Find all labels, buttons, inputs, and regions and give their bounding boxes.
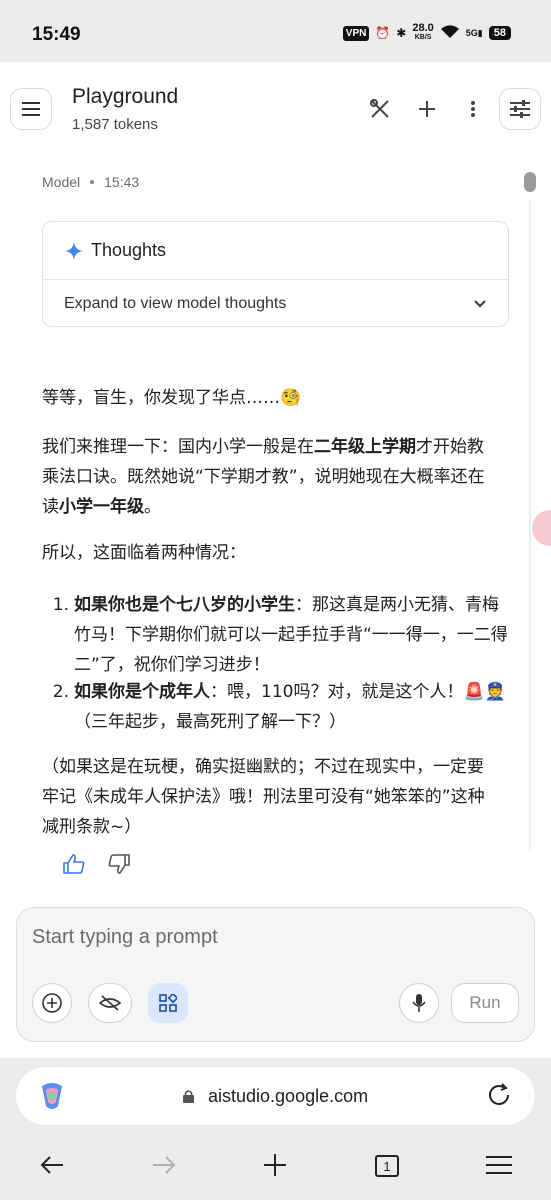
run-button[interactable]: Run xyxy=(451,983,519,1023)
lock-icon xyxy=(183,1090,194,1103)
tab-switcher-button[interactable]: 1 xyxy=(375,1155,399,1177)
apps-icon xyxy=(159,994,177,1012)
page-title: Playground xyxy=(72,85,179,108)
thoughts-title: Thoughts xyxy=(91,240,167,260)
net-speed: 28.0 KB/S xyxy=(412,22,434,42)
add-media-button[interactable] xyxy=(32,983,72,1023)
hamburger-icon xyxy=(486,1156,512,1174)
apps-button[interactable] xyxy=(148,983,188,1023)
microphone-button[interactable] xyxy=(399,983,439,1023)
reload-icon xyxy=(489,1083,509,1105)
response-paragraph: 我们来推理一下：国内小学一般是在二年级上学期才开始教乘法口诀。既然她说“下学期才… xyxy=(42,437,485,517)
list-item: 2. 如果你是个成年人：喂，110吗？对，就是这个人！🚨👮（三年起步，最高死刑了… xyxy=(52,682,506,732)
visibility-off-icon xyxy=(99,995,121,1011)
sparkle-icon xyxy=(65,241,83,260)
compare-tools-button[interactable] xyxy=(367,96,393,122)
battery-indicator: 58 xyxy=(488,26,511,40)
menu-button[interactable] xyxy=(10,88,52,130)
tune-icon xyxy=(510,100,530,118)
more-options-button[interactable] xyxy=(460,96,486,122)
message-meta: Model 15:43 xyxy=(42,174,139,190)
arrow-left-icon xyxy=(40,1156,63,1174)
more-vert-icon xyxy=(471,101,475,117)
response-paragraph: （如果这是在玩梗，确实挺幽默的；不过在现实中，一定要牢记《未成年人保护法》哦！刑… xyxy=(42,757,485,837)
copilot-icon[interactable] xyxy=(36,1080,68,1112)
separator-dot xyxy=(90,180,95,184)
scrollbar-track[interactable] xyxy=(529,200,531,850)
status-time: 15:49 xyxy=(32,24,81,45)
thoughts-expand-row[interactable]: Expand to view model thoughts xyxy=(43,280,508,328)
hamburger-icon xyxy=(22,102,40,116)
status-icons: VPN ⏰ ✱ 28.0 KB/S 5G▮ 58 xyxy=(342,22,511,42)
toggle-visibility-button[interactable] xyxy=(88,983,132,1023)
scrollbar-thumb[interactable] xyxy=(524,172,536,192)
vpn-badge: VPN xyxy=(342,25,370,41)
arrow-right-icon xyxy=(153,1156,176,1174)
thoughts-header: Thoughts xyxy=(43,222,508,280)
response-paragraph: 所以，这面临着两种情况： xyxy=(42,543,246,563)
thoughts-panel[interactable]: Thoughts Expand to view model thoughts xyxy=(42,221,509,327)
run-settings-button[interactable] xyxy=(499,88,541,130)
new-chat-button[interactable] xyxy=(414,96,440,122)
message-time: 15:43 xyxy=(104,174,140,190)
plus-icon xyxy=(419,101,435,117)
mic-icon xyxy=(412,994,426,1012)
signal-icon: 5G▮ xyxy=(465,27,483,38)
thoughts-expand-label: Expand to view model thoughts xyxy=(64,295,287,312)
new-tab-button[interactable] xyxy=(260,1150,290,1180)
tools-icon xyxy=(370,99,389,118)
chevron-down-icon xyxy=(474,300,486,308)
list-item: 1. 如果你也是个七八岁的小学生：那这真是两小无猜、青梅竹马！下学期你们就可以一… xyxy=(52,595,508,675)
response-paragraph: 等等，盲生，你发现了华点……🧐 xyxy=(42,388,302,408)
thumbs-up-icon xyxy=(63,854,85,874)
back-button[interactable] xyxy=(37,1150,67,1180)
thumbs-up-button[interactable] xyxy=(62,852,86,876)
thumbs-down-button[interactable] xyxy=(107,852,131,876)
reload-button[interactable] xyxy=(486,1082,512,1108)
plus-icon xyxy=(264,1154,286,1176)
forward-button[interactable] xyxy=(149,1150,179,1180)
wifi-icon xyxy=(440,24,460,42)
browser-menu-button[interactable] xyxy=(484,1150,514,1180)
url-text[interactable]: aistudio.google.com xyxy=(208,1086,368,1107)
prompt-input[interactable]: Start typing a prompt xyxy=(32,926,218,949)
alarm-icon: ⏰ xyxy=(375,26,391,40)
bluetooth-icon: ✱ xyxy=(396,26,407,40)
token-count: 1,587 tokens xyxy=(72,116,158,133)
add-circle-icon xyxy=(42,993,62,1013)
message-role: Model xyxy=(42,174,81,190)
thumbs-down-icon xyxy=(108,854,130,874)
